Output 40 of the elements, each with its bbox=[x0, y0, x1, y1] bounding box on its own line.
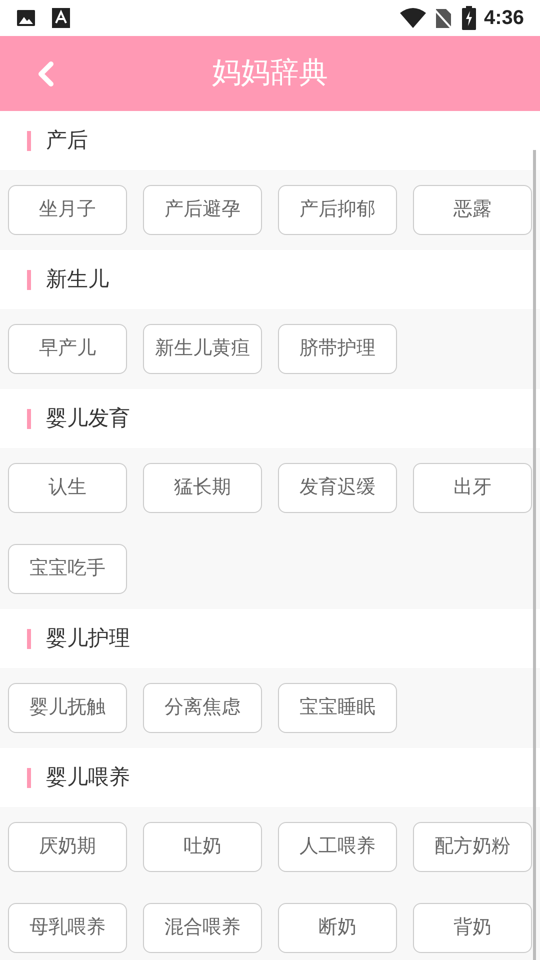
accent-bar bbox=[27, 768, 31, 788]
tag-chip[interactable]: 认生 bbox=[8, 463, 127, 513]
section-title: 产后 bbox=[46, 128, 88, 154]
wifi-icon bbox=[400, 8, 426, 28]
tag-chip[interactable]: 产后避孕 bbox=[143, 185, 262, 235]
tag-chip[interactable]: 断奶 bbox=[278, 903, 397, 953]
tag-chip[interactable]: 吐奶 bbox=[143, 822, 262, 872]
tag-chip[interactable]: 宝宝吃手 bbox=[8, 544, 127, 594]
tag-chip[interactable]: 猛长期 bbox=[143, 463, 262, 513]
tag-chip[interactable]: 配方奶粉 bbox=[413, 822, 532, 872]
font-icon bbox=[52, 8, 70, 28]
section-title: 婴儿发育 bbox=[46, 406, 130, 432]
section-title: 婴儿护理 bbox=[46, 626, 130, 652]
tag-chip[interactable]: 脐带护理 bbox=[278, 324, 397, 374]
tag-chip[interactable]: 坐月子 bbox=[8, 185, 127, 235]
tag-chip[interactable]: 产后抑郁 bbox=[278, 185, 397, 235]
image-icon bbox=[16, 9, 36, 27]
tag-chip[interactable]: 婴儿抚触 bbox=[8, 683, 127, 733]
tag-chip[interactable]: 新生儿黄疸 bbox=[143, 324, 262, 374]
accent-bar bbox=[27, 130, 31, 150]
page-title: 妈妈辞典 bbox=[212, 56, 328, 91]
no-sim-icon bbox=[434, 7, 452, 29]
clock: 4:36 bbox=[484, 6, 524, 31]
accent-bar bbox=[27, 408, 31, 428]
tag-chip[interactable]: 恶露 bbox=[413, 185, 532, 235]
tag-chip[interactable]: 早产儿 bbox=[8, 324, 127, 374]
accent-bar bbox=[27, 270, 31, 290]
tag-chip[interactable]: 背奶 bbox=[413, 903, 532, 953]
section-title: 新生儿 bbox=[46, 266, 109, 293]
tag-chip[interactable]: 母乳喂养 bbox=[8, 903, 127, 953]
tag-chip[interactable]: 出牙 bbox=[413, 463, 532, 513]
tag-chip[interactable]: 发育迟缓 bbox=[278, 463, 397, 513]
tag-chip[interactable]: 厌奶期 bbox=[8, 822, 127, 872]
tag-chip[interactable]: 宝宝睡眠 bbox=[278, 683, 397, 733]
tag-chip[interactable]: 混合喂养 bbox=[143, 903, 262, 953]
section-title: 婴儿喂养 bbox=[46, 764, 130, 791]
tag-chip[interactable]: 分离焦虑 bbox=[143, 683, 262, 733]
battery-icon bbox=[462, 6, 476, 30]
tag-chip[interactable]: 人工喂养 bbox=[278, 822, 397, 872]
accent-bar bbox=[27, 628, 31, 648]
